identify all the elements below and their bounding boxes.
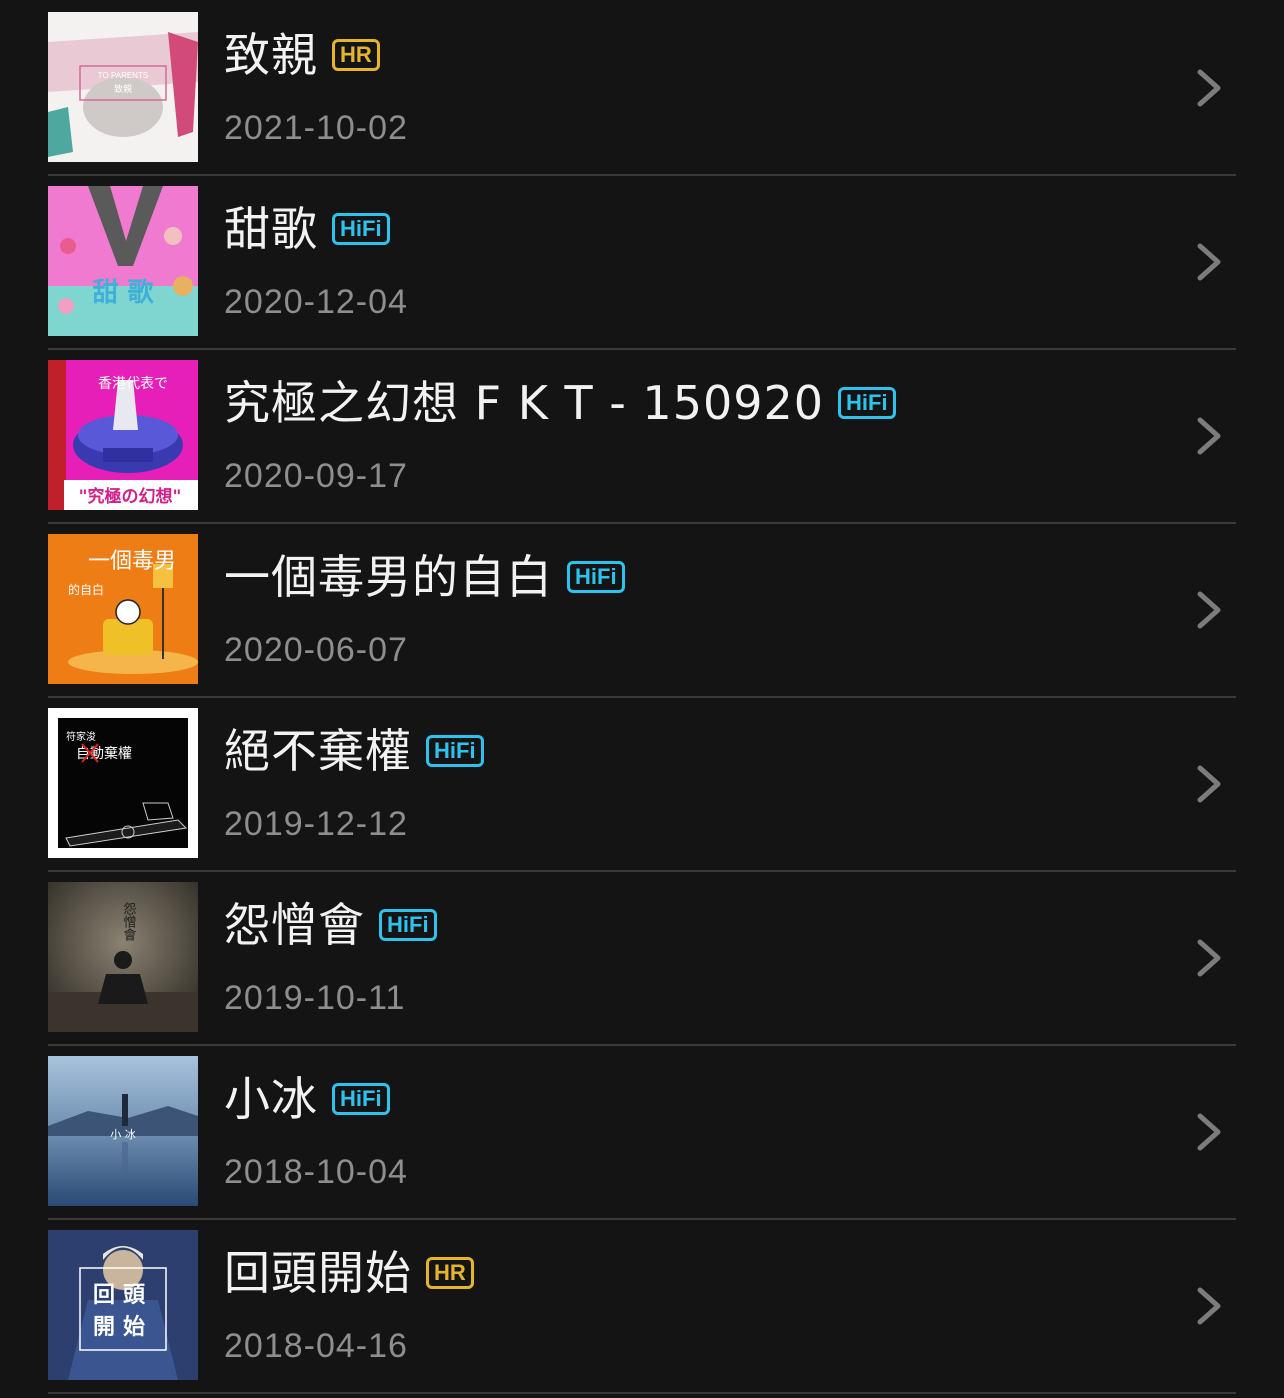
quality-badge: HiFi <box>838 387 896 419</box>
album-title: 甜歌 <box>224 202 318 256</box>
chevron-right-icon <box>1197 1287 1221 1325</box>
cover-text: 開始 <box>93 1314 153 1340</box>
album-date: 2020-09-17 <box>224 457 408 495</box>
album-date: 2019-10-11 <box>224 979 406 1017</box>
album-title: 絕不棄權 <box>224 724 412 778</box>
cover-text: 符家浚 <box>66 730 96 743</box>
cover-text: 致親 <box>114 83 132 95</box>
album-date: 2021-10-02 <box>224 109 408 147</box>
album-cover: TO PARENTS 致親 <box>48 12 198 162</box>
album-cover: 怨憎會 <box>48 882 198 1032</box>
quality-badge: HR <box>332 39 380 71</box>
album-cover: 小 冰 <box>48 1056 198 1206</box>
cover-text: 回頭 <box>93 1282 153 1308</box>
chevron-right-icon <box>1197 243 1221 281</box>
album-title: 回頭開始 <box>224 1246 412 1300</box>
quality-badge: HR <box>426 1257 474 1289</box>
album-cover: 甜 歌 <box>48 186 198 336</box>
album-row[interactable]: 回頭 開始 回頭開始 HR 2018-04-16 <box>48 1220 1236 1394</box>
album-cover: 回頭 開始 <box>48 1230 198 1380</box>
quality-badge: HiFi <box>332 1083 390 1115</box>
row-divider <box>48 1392 1236 1394</box>
album-cover: 香港代表で "究極の幻想" <box>48 360 198 510</box>
album-date: 2020-12-04 <box>224 283 408 321</box>
chevron-right-icon <box>1197 417 1221 455</box>
cover-text: 的自白 <box>68 582 104 597</box>
album-row[interactable]: 小 冰 小冰 HiFi 2018-10-04 <box>48 1046 1236 1220</box>
album-date: 2019-12-12 <box>224 805 408 843</box>
album-row[interactable]: 一個毒男 的自白 一個毒男的自白 HiFi 2020-06-07 <box>48 524 1236 698</box>
cover-text: 香港代表で <box>98 376 168 392</box>
album-cover: 符家浚 自動棄權 <box>48 708 198 858</box>
cover-text: 怨憎會 <box>121 902 137 942</box>
album-cover: 一個毒男 的自白 <box>48 534 198 684</box>
album-title: 一個毒男的自白 <box>224 550 553 604</box>
chevron-right-icon <box>1197 939 1221 977</box>
chevron-right-icon <box>1197 69 1221 107</box>
quality-badge: HiFi <box>426 735 484 767</box>
cover-text: "究極の幻想" <box>79 486 182 507</box>
album-row[interactable]: TO PARENTS 致親 致親 HR 2021-10-02 <box>48 2 1236 176</box>
album-date: 2018-10-04 <box>224 1153 408 1191</box>
chevron-right-icon <box>1197 765 1221 803</box>
chevron-right-icon <box>1197 1113 1221 1151</box>
album-date: 2020-06-07 <box>224 631 408 669</box>
album-row[interactable]: 甜 歌 甜歌 HiFi 2020-12-04 <box>48 176 1236 350</box>
cover-text: 甜 歌 <box>92 278 154 308</box>
quality-badge: HiFi <box>567 561 625 593</box>
quality-badge: HiFi <box>332 213 390 245</box>
cover-text: 一個毒男 <box>88 549 176 574</box>
album-title: 究極之幻想 F K T - 150920 <box>224 376 825 430</box>
album-row[interactable]: 香港代表で "究極の幻想" 究極之幻想 F K T - 150920 HiFi … <box>48 350 1236 524</box>
chevron-right-icon <box>1197 591 1221 629</box>
quality-badge: HiFi <box>379 909 437 941</box>
album-title: 致親 <box>224 28 318 82</box>
cover-text: 小 冰 <box>110 1128 136 1141</box>
cover-text: TO PARENTS <box>98 71 148 80</box>
album-date: 2018-04-16 <box>224 1327 408 1365</box>
album-row[interactable]: 符家浚 自動棄權 絕不棄權 HiFi 2019-12-12 <box>48 698 1236 872</box>
album-title: 怨憎會 <box>224 898 365 952</box>
album-title: 小冰 <box>224 1072 318 1126</box>
album-row[interactable]: 怨憎會 怨憎會 HiFi 2019-10-11 <box>48 872 1236 1046</box>
